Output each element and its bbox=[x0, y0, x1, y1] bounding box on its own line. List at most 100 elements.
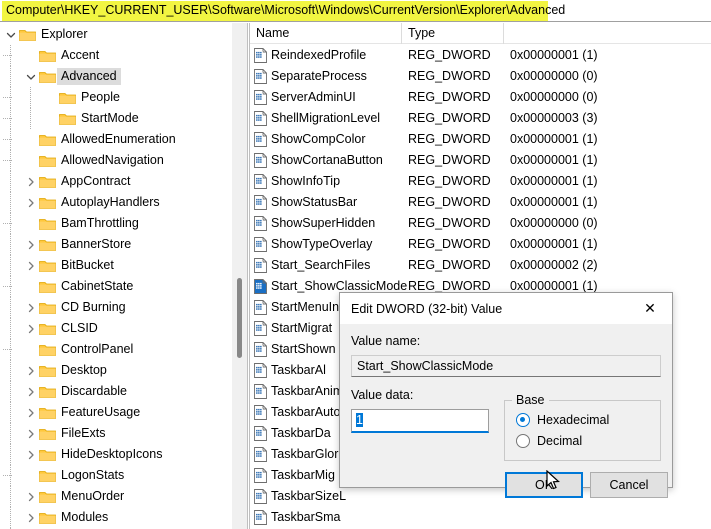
registry-value-icon bbox=[253, 69, 268, 84]
ok-button[interactable]: OK bbox=[505, 472, 583, 498]
value-name-input[interactable]: Start_ShowClassicMode bbox=[351, 355, 661, 377]
registry-value-icon bbox=[253, 468, 268, 483]
column-header-data[interactable] bbox=[504, 23, 711, 44]
tree-item-people[interactable]: People bbox=[0, 87, 232, 108]
tree-item-featureusage[interactable]: FeatureUsage bbox=[0, 402, 232, 423]
radio-decimal-label: Decimal bbox=[537, 434, 583, 448]
address-bar[interactable]: Computer\HKEY_CURRENT_USER\Software\Micr… bbox=[0, 0, 711, 22]
tree-item-label: Accent bbox=[61, 48, 100, 62]
chevron-right-icon[interactable] bbox=[23, 234, 38, 255]
tree-item-label: BamThrottling bbox=[61, 216, 139, 230]
tree-item-autoplayhandlers[interactable]: AutoplayHandlers bbox=[0, 192, 232, 213]
tree-item-logonstats[interactable]: LogonStats bbox=[0, 465, 232, 486]
tree-item-clsid[interactable]: CLSID bbox=[0, 318, 232, 339]
value-name-cell: StartMenuInit bbox=[271, 300, 346, 314]
cancel-button[interactable]: Cancel bbox=[590, 472, 668, 498]
tree-scrollbar-track[interactable] bbox=[232, 23, 247, 529]
tree-item-desktop[interactable]: Desktop bbox=[0, 360, 232, 381]
table-row[interactable]: ShellMigrationLevel REG_DWORD 0x00000003 (… bbox=[250, 108, 711, 129]
chevron-right-icon[interactable] bbox=[23, 381, 38, 402]
table-row[interactable]: Start_SearchFiles REG_DWORD 0x00000002 (2) bbox=[250, 255, 711, 276]
table-row[interactable]: TaskbarSma bbox=[250, 507, 711, 528]
chevron-down-icon[interactable] bbox=[23, 66, 38, 87]
list-column-headers: Name Type bbox=[250, 23, 711, 44]
edit-dword-dialog: Edit DWORD (32-bit) Value ✕ Value name: … bbox=[339, 292, 673, 498]
table-row[interactable]: ShowCortanaButton REG_DWORD 0x00000001 (1) bbox=[250, 150, 711, 171]
tree-item-bannerstore[interactable]: BannerStore bbox=[0, 234, 232, 255]
registry-key-tree[interactable]: Explorer Accent Advanced People StartMode All… bbox=[0, 23, 247, 529]
tree-item-advanced[interactable]: Advanced bbox=[0, 66, 232, 87]
tree-item-allowedenumeration[interactable]: AllowedEnumeration bbox=[0, 129, 232, 150]
value-name-cell: ShowCortanaButton bbox=[271, 153, 383, 167]
table-row[interactable]: ShowStatusBar REG_DWORD 0x00000001 (1) bbox=[250, 192, 711, 213]
tree-item-startmode[interactable]: StartMode bbox=[0, 108, 232, 129]
chevron-right-icon[interactable] bbox=[23, 402, 38, 423]
chevron-right-icon[interactable] bbox=[23, 297, 38, 318]
tree-item-label: CabinetState bbox=[61, 279, 134, 293]
value-name-cell: TaskbarSizeL bbox=[271, 489, 347, 503]
value-name-cell: Start_SearchFiles bbox=[271, 258, 371, 272]
radio-hexadecimal[interactable]: Hexadecimal bbox=[516, 411, 609, 429]
tree-item-modules[interactable]: Modules bbox=[0, 507, 232, 528]
tree-item-label: MenuOrder bbox=[61, 489, 125, 503]
value-type-cell: REG_DWORD bbox=[408, 153, 491, 167]
tree-item-hidedesktopicons[interactable]: HideDesktopIcons bbox=[0, 444, 232, 465]
chevron-right-icon[interactable] bbox=[23, 486, 38, 507]
tree-item-label: AllowedEnumeration bbox=[61, 132, 176, 146]
value-name-cell: TaskbarMig bbox=[271, 468, 335, 482]
value-data-input[interactable]: 1 bbox=[351, 409, 489, 433]
chevron-right-icon[interactable] bbox=[23, 192, 38, 213]
close-icon[interactable]: ✕ bbox=[628, 293, 672, 324]
tree-item-label: FeatureUsage bbox=[61, 405, 141, 419]
tree-item-accent[interactable]: Accent bbox=[0, 45, 232, 66]
chevron-right-icon[interactable] bbox=[23, 360, 38, 381]
value-data-cell: 0x00000001 (1) bbox=[510, 153, 598, 167]
table-row[interactable]: ReindexedProfile REG_DWORD 0x00000001 (1) bbox=[250, 45, 711, 66]
tree-item-label: Advanced bbox=[57, 68, 121, 85]
chevron-right-icon[interactable] bbox=[23, 444, 38, 465]
tree-item-menuorder[interactable]: MenuOrder bbox=[0, 486, 232, 507]
chevron-right-icon[interactable] bbox=[23, 171, 38, 192]
table-row[interactable]: ShowTypeOverlay REG_DWORD 0x00000001 (1) bbox=[250, 234, 711, 255]
tree-item-bitbucket[interactable]: BitBucket bbox=[0, 255, 232, 276]
tree-item-explorer[interactable]: Explorer bbox=[0, 24, 232, 45]
chevron-right-icon[interactable] bbox=[23, 318, 38, 339]
chevron-right-icon[interactable] bbox=[23, 255, 38, 276]
table-row[interactable]: ShowInfoTip REG_DWORD 0x00000001 (1) bbox=[250, 171, 711, 192]
registry-value-icon bbox=[253, 363, 268, 378]
chevron-right-icon[interactable] bbox=[23, 423, 38, 444]
tree-guide-line bbox=[10, 318, 11, 339]
table-row[interactable]: SeparateProcess REG_DWORD 0x00000000 (0) bbox=[250, 66, 711, 87]
tree-item-controlpanel[interactable]: ControlPanel bbox=[0, 339, 232, 360]
tree-item-allowednavigation[interactable]: AllowedNavigation bbox=[0, 150, 232, 171]
tree-guide-stub bbox=[3, 276, 38, 297]
table-row[interactable]: ShowCompColor REG_DWORD 0x00000001 (1) bbox=[250, 129, 711, 150]
column-header-name[interactable]: Name bbox=[250, 23, 402, 44]
table-row[interactable]: ServerAdminUI REG_DWORD 0x00000000 (0) bbox=[250, 87, 711, 108]
value-type-cell: REG_DWORD bbox=[408, 132, 491, 146]
table-row[interactable]: ShowSuperHidden REG_DWORD 0x00000000 (0) bbox=[250, 213, 711, 234]
value-name-cell: TaskbarGlor bbox=[271, 447, 339, 461]
chevron-right-icon[interactable] bbox=[23, 507, 38, 528]
tree-guide-stub bbox=[3, 129, 38, 150]
dialog-title: Edit DWORD (32-bit) Value bbox=[351, 302, 503, 316]
registry-value-icon bbox=[253, 195, 268, 210]
registry-value-icon bbox=[253, 489, 268, 504]
value-name-cell: ShellMigrationLevel bbox=[271, 111, 381, 125]
tree-guide-stub bbox=[3, 45, 38, 66]
address-path-text: Computer\HKEY_CURRENT_USER\Software\Micr… bbox=[6, 3, 566, 17]
registry-value-icon bbox=[253, 90, 268, 105]
tree-item-cabinetstate[interactable]: CabinetState bbox=[0, 276, 232, 297]
tree-item-cd-burning[interactable]: CD Burning bbox=[0, 297, 232, 318]
tree-scrollbar-thumb[interactable] bbox=[237, 278, 242, 358]
radio-decimal-icon bbox=[516, 434, 530, 448]
tree-item-bamthrottling[interactable]: BamThrottling bbox=[0, 213, 232, 234]
value-name-cell: ReindexedProfile bbox=[271, 48, 367, 62]
folder-icon bbox=[38, 339, 57, 360]
tree-item-discardable[interactable]: Discardable bbox=[0, 381, 232, 402]
chevron-down-icon[interactable] bbox=[3, 24, 18, 45]
radio-decimal[interactable]: Decimal bbox=[516, 432, 582, 450]
tree-item-fileexts[interactable]: FileExts bbox=[0, 423, 232, 444]
tree-item-appcontract[interactable]: AppContract bbox=[0, 171, 232, 192]
column-header-type[interactable]: Type bbox=[402, 23, 504, 44]
